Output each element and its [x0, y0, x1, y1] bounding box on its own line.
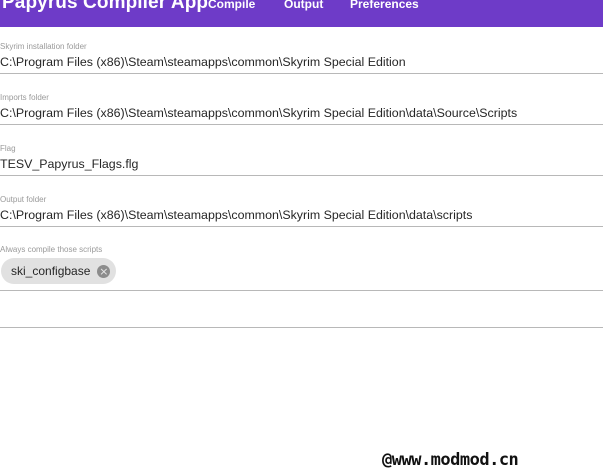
flag-label: Flag: [0, 144, 16, 153]
add-script-underline: [0, 327, 603, 328]
nav-compile[interactable]: Compile: [208, 0, 255, 11]
skyrim-folder-input[interactable]: [0, 52, 603, 72]
output-folder-input[interactable]: [0, 205, 603, 225]
always-compile-underline: [0, 290, 603, 291]
nav-output[interactable]: Output: [284, 0, 323, 11]
script-chip[interactable]: ski_configbase ×: [1, 258, 117, 284]
output-folder-underline: [0, 226, 603, 227]
app-bar: Papyrus Compiler App Compile Output Pref…: [0, 0, 603, 27]
watermark-text: @www.modmod.cn: [382, 450, 519, 470]
flag-underline: [0, 175, 603, 176]
nav-preferences[interactable]: Preferences: [350, 0, 419, 11]
skyrim-folder-label: Skyrim installation folder: [0, 42, 87, 51]
imports-folder-underline: [0, 124, 603, 125]
always-compile-label: Always compile those scripts: [0, 245, 103, 254]
output-folder-label: Output folder: [0, 195, 47, 204]
imports-folder-input[interactable]: [0, 103, 603, 123]
imports-folder-label: Imports folder: [0, 93, 49, 102]
app-title: Papyrus Compiler App: [2, 0, 209, 13]
script-chip-label: ski_configbase: [11, 264, 91, 278]
flag-input[interactable]: [0, 154, 603, 174]
skyrim-folder-underline: [0, 73, 603, 74]
close-circle-icon[interactable]: ×: [97, 264, 111, 278]
add-script-input[interactable]: [0, 300, 603, 326]
